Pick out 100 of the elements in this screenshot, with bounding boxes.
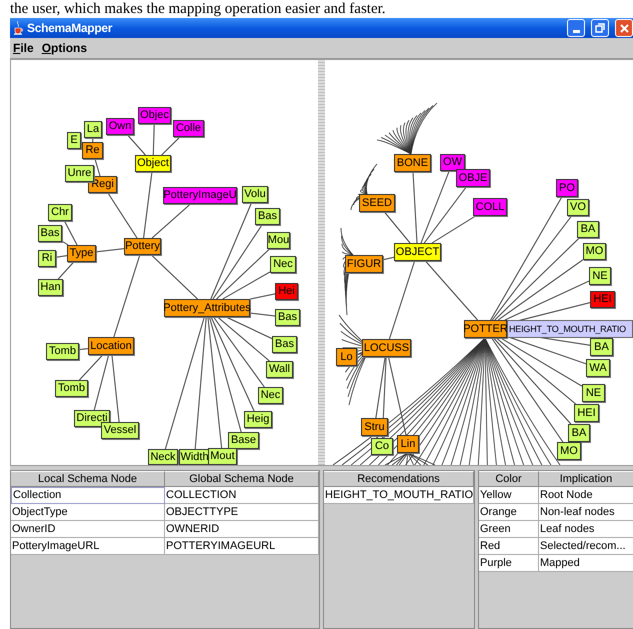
graph-node[interactable]: La bbox=[84, 121, 102, 138]
close-button[interactable] bbox=[615, 19, 633, 37]
graph-node[interactable]: Vessel bbox=[101, 422, 139, 439]
graph-node[interactable]: PotteryImageU bbox=[163, 187, 237, 204]
graph-node[interactable]: Hei bbox=[275, 283, 298, 300]
graph-node[interactable]: Type bbox=[67, 245, 96, 262]
graph-node[interactable]: NE bbox=[582, 384, 605, 402]
table-cell[interactable]: PotteryImageURL bbox=[11, 538, 165, 555]
graph-node[interactable]: SEED bbox=[359, 194, 395, 212]
connector-line bbox=[161, 136, 180, 156]
connector-line bbox=[412, 172, 418, 244]
table-cell[interactable]: Green bbox=[479, 521, 539, 538]
graph-node[interactable]: Chr bbox=[48, 204, 72, 221]
graph-node[interactable]: MO bbox=[557, 442, 581, 460]
graph-node[interactable]: MO bbox=[583, 243, 606, 260]
graph-node[interactable]: WA bbox=[586, 359, 610, 377]
table-cell[interactable]: OwnerID bbox=[11, 521, 165, 538]
connector-line bbox=[94, 158, 100, 176]
connector-line bbox=[127, 134, 146, 156]
connector-line bbox=[58, 262, 74, 280]
column-header[interactable]: Color bbox=[479, 471, 539, 487]
minimize-icon bbox=[572, 30, 580, 33]
graph-node[interactable]: FIGUR bbox=[345, 255, 383, 273]
graph-node[interactable]: Nec bbox=[258, 387, 283, 404]
graph-node[interactable]: Nec bbox=[270, 256, 296, 273]
table-cell[interactable]: Orange bbox=[479, 504, 539, 521]
graph-node[interactable]: OW bbox=[440, 154, 465, 171]
graph-node[interactable]: Location bbox=[88, 337, 134, 355]
table-cell[interactable]: Mapped bbox=[539, 555, 633, 572]
table-cell[interactable]: HEIGHT_TO_MOUTH_RATIO bbox=[324, 487, 474, 504]
graph-node[interactable]: Wall bbox=[266, 361, 293, 378]
minimize-button[interactable] bbox=[567, 19, 585, 37]
connector-line bbox=[150, 254, 198, 300]
graph-node[interactable]: Heig bbox=[244, 411, 272, 428]
table-cell[interactable]: ObjectType bbox=[11, 504, 165, 521]
graph-node[interactable]: Base bbox=[228, 432, 259, 449]
column-header[interactable]: Recomendations bbox=[324, 471, 474, 487]
restore-icon bbox=[595, 23, 605, 33]
table-cell[interactable]: Red bbox=[479, 538, 539, 555]
table-cell[interactable]: OWNERID bbox=[165, 521, 319, 538]
graph-node[interactable]: Pottery bbox=[124, 238, 161, 255]
graph-node[interactable]: Width bbox=[179, 449, 210, 465]
connector-line bbox=[111, 354, 120, 422]
graph-node[interactable]: Neck bbox=[148, 449, 178, 465]
graph-node[interactable]: OBJECT bbox=[394, 243, 441, 261]
graph-node[interactable]: OBJE bbox=[456, 169, 490, 187]
graph-node[interactable]: BONE bbox=[394, 154, 431, 172]
graph-node[interactable]: Objec bbox=[138, 107, 171, 124]
graph-node[interactable]: Lo bbox=[336, 348, 357, 366]
table-cell[interactable]: Purple bbox=[479, 555, 539, 572]
graph-node[interactable]: NE bbox=[589, 267, 611, 285]
table-cell[interactable]: Yellow bbox=[479, 487, 539, 504]
graph-node[interactable]: HEI bbox=[590, 291, 615, 308]
connector-line bbox=[152, 124, 155, 156]
menu-item[interactable]: File bbox=[13, 39, 34, 57]
restore-button[interactable] bbox=[591, 19, 609, 37]
table-cell[interactable]: COLLECTION bbox=[165, 487, 319, 504]
graph-node[interactable]: Han bbox=[38, 279, 63, 296]
graph-node[interactable]: Lin bbox=[397, 435, 419, 453]
table-cell[interactable]: Selected/recom... bbox=[539, 538, 633, 555]
graph-node[interactable]: Mou bbox=[267, 232, 290, 249]
close-icon bbox=[620, 24, 628, 32]
graph-node[interactable]: Bas bbox=[275, 309, 300, 326]
table-cell[interactable]: Leaf nodes bbox=[539, 521, 633, 538]
graph-node[interactable]: Mout bbox=[208, 448, 237, 465]
graph-node[interactable]: HEI bbox=[574, 404, 599, 422]
table-cell[interactable]: Collection bbox=[11, 487, 165, 504]
menu-item[interactable]: Options bbox=[42, 39, 88, 57]
graph-node[interactable]: Bas bbox=[38, 225, 62, 242]
graph-node[interactable]: Tomb bbox=[55, 380, 88, 397]
graph-node[interactable]: Own bbox=[106, 118, 134, 135]
graph-node[interactable]: BA bbox=[590, 338, 613, 356]
graph-node[interactable]: Stru bbox=[361, 418, 388, 436]
graph-node[interactable]: Co bbox=[371, 438, 393, 455]
connector-line bbox=[107, 192, 138, 238]
graph-node[interactable]: BA bbox=[568, 424, 590, 442]
graph-node[interactable]: Colle bbox=[173, 120, 204, 137]
graph-node[interactable]: Re bbox=[82, 142, 103, 159]
graph-node[interactable]: LOCUSS bbox=[362, 339, 411, 357]
graph-node[interactable]: VO bbox=[567, 199, 589, 216]
graph-node[interactable]: Volu bbox=[242, 186, 268, 203]
graph-node[interactable]: PO bbox=[556, 179, 578, 197]
graph-node[interactable]: BA bbox=[577, 221, 599, 238]
column-header[interactable]: Global Schema Node bbox=[165, 471, 319, 487]
column-header[interactable]: Local Schema Node bbox=[11, 471, 165, 487]
graph-node[interactable]: Ri bbox=[38, 250, 56, 267]
table-cell[interactable]: Non-leaf nodes bbox=[539, 504, 633, 521]
graph-node[interactable]: Object bbox=[135, 155, 171, 172]
graph-node[interactable]: COLL bbox=[473, 198, 507, 216]
coffee-cup-icon bbox=[13, 21, 23, 35]
graph-node[interactable]: Tomb bbox=[46, 343, 79, 360]
connector-line bbox=[424, 260, 478, 320]
graph-node[interactable]: E bbox=[67, 132, 81, 149]
graph-node[interactable]: Unre bbox=[65, 165, 94, 182]
graph-node[interactable]: Bas bbox=[272, 336, 297, 353]
graph-node[interactable]: Bas bbox=[255, 208, 280, 225]
table-cell[interactable]: POTTERYIMAGEURL bbox=[165, 538, 319, 555]
table-cell[interactable]: Root Node bbox=[539, 487, 633, 504]
table-cell[interactable]: OBJECTTYPE bbox=[165, 504, 319, 521]
column-header[interactable]: Implication bbox=[539, 471, 633, 487]
